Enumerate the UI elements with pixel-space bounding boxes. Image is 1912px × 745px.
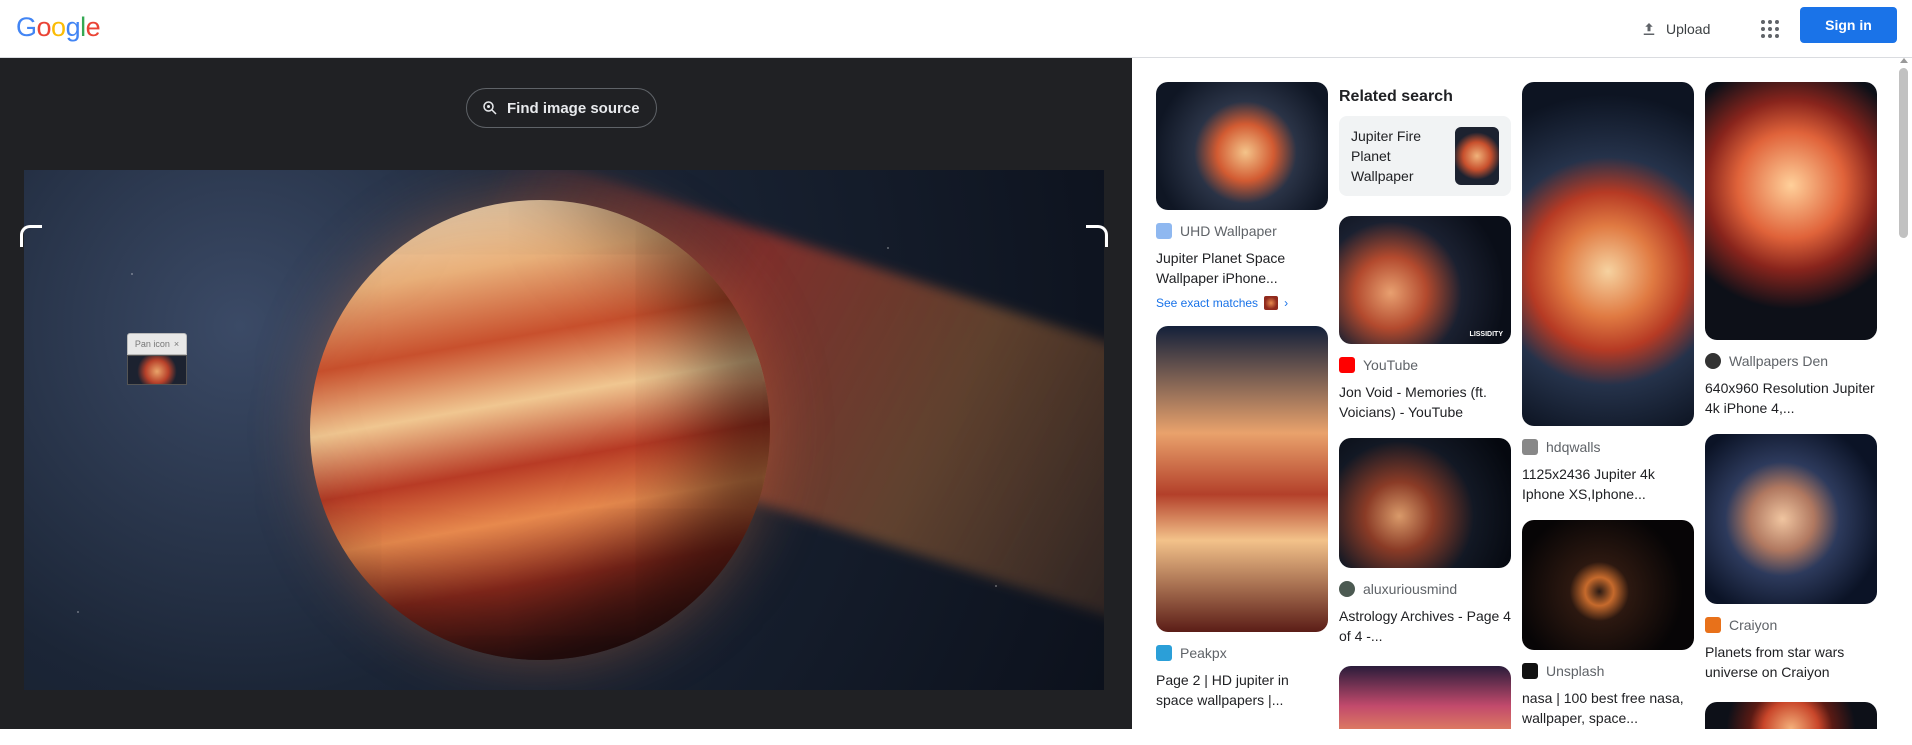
result-title[interactable]: Page 2 | HD jupiter in space wallpapers … [1156,670,1328,710]
result-thumbnail[interactable] [1339,666,1511,729]
result-card[interactable]: Craiyon Planets from star wars universe … [1705,434,1877,682]
result-source: Unsplash [1546,663,1605,679]
result-title[interactable]: Jupiter Planet Space Wallpaper iPhone... [1156,248,1328,288]
result-card[interactable]: aluxuriousmind Astrology Archives - Page… [1339,438,1511,646]
upload-label: Upload [1666,21,1711,37]
result-card[interactable]: hdqwalls 1125x2436 Jupiter 4k Iphone XS,… [1522,82,1694,504]
result-card[interactable]: UHD Wallpaper Jupiter Planet Space Wallp… [1156,82,1328,310]
chevron-right-icon: › [1284,296,1289,310]
youtube-icon [1339,357,1355,373]
site-favicon-icon [1522,439,1538,455]
top-bar: Google Upload Sign in [0,0,1912,58]
exact-match-thumbnail [1264,296,1279,310]
results-column-2: Related search Jupiter Fire Planet Wallp… [1339,82,1511,729]
find-image-source-label: Find image source [507,99,640,117]
google-logo[interactable]: Google [16,12,101,43]
floating-pan-widget[interactable]: Pan icon × [127,333,187,389]
related-search-chip[interactable]: Jupiter Fire Planet Wallpaper [1339,116,1511,196]
logo-letter: o [36,12,52,42]
visual-matches-panel: UHD Wallpaper Jupiter Planet Space Wallp… [1132,58,1912,729]
result-thumbnail[interactable] [1156,326,1328,632]
result-source: UHD Wallpaper [1180,223,1277,239]
results-scrollbar[interactable] [1899,58,1908,729]
lens-search-icon [483,101,497,115]
result-thumbnail[interactable] [1705,434,1877,604]
result-card[interactable]: Peakpx Page 2 | HD jupiter in space wall… [1156,326,1328,710]
site-favicon-icon [1705,617,1721,633]
result-thumbnail[interactable] [1522,520,1694,650]
result-source: Peakpx [1180,645,1227,661]
related-search-thumbnail [1455,127,1499,185]
site-favicon-icon [1705,353,1721,369]
result-card[interactable]: Unsplash nasa | 100 best free nasa, wall… [1522,520,1694,728]
pan-widget-thumbnail [127,355,187,385]
close-icon[interactable]: × [174,339,179,349]
scroll-up-arrow-icon[interactable] [1900,58,1908,63]
site-favicon-icon [1339,581,1355,597]
logo-letter: o [51,12,66,42]
logo-letter: e [85,12,101,42]
result-source: aluxuriousmind [1363,581,1458,597]
result-title[interactable]: Astrology Archives - Page 4 of 4 -... [1339,606,1511,646]
result-thumbnail[interactable]: LISSIDITY [1339,216,1511,344]
site-favicon-icon [1156,223,1172,239]
find-image-source-button[interactable]: Find image source [466,88,657,128]
result-source: Wallpapers Den [1729,353,1829,369]
crop-handle-top-right[interactable] [1086,225,1108,247]
video-watermark: LISSIDITY [1469,331,1503,338]
results-column-1: UHD Wallpaper Jupiter Planet Space Wallp… [1156,82,1328,710]
apps-grid-icon[interactable] [1753,12,1787,46]
result-thumbnail[interactable] [1705,702,1877,729]
logo-letter: g [65,12,81,42]
related-search-heading: Related search [1339,88,1453,105]
result-source: YouTube [1363,357,1419,373]
related-search-query: Jupiter Fire Planet Wallpaper [1351,128,1422,184]
site-favicon-icon [1522,663,1538,679]
result-card[interactable]: LISSIDITY YouTube Jon Void - Memories (f… [1339,216,1511,422]
result-title[interactable]: 1125x2436 Jupiter 4k Iphone XS,Iphone... [1522,464,1694,504]
scrollbar-thumb[interactable] [1899,68,1908,238]
result-title[interactable]: nasa | 100 best free nasa, wallpaper, sp… [1522,688,1694,728]
logo-letter: G [16,12,37,42]
sign-in-button[interactable]: Sign in [1800,7,1897,43]
result-thumbnail[interactable] [1705,82,1877,340]
results-column-3: hdqwalls 1125x2436 Jupiter 4k Iphone XS,… [1522,82,1694,728]
site-favicon-icon [1156,645,1172,661]
result-source: hdqwalls [1546,439,1601,455]
upload-button[interactable]: Upload [1630,12,1720,46]
results-column-4: Wallpapers Den 640x960 Resolution Jupite… [1705,82,1877,729]
crop-handle-top-left[interactable] [20,225,42,247]
result-title[interactable]: 640x960 Resolution Jupiter 4k iPhone 4,.… [1705,378,1877,418]
result-thumbnail[interactable] [1339,438,1511,568]
result-card[interactable]: Wallpapers Den 640x960 Resolution Jupite… [1705,82,1877,418]
result-thumbnail[interactable] [1156,82,1328,210]
pan-widget-label: Pan icon [134,339,170,349]
result-thumbnail[interactable] [1522,82,1694,426]
result-source: Craiyon [1729,617,1778,633]
result-title[interactable]: Jon Void - Memories (ft. Voicians) - You… [1339,382,1511,422]
result-title[interactable]: Planets from star wars universe on Craiy… [1705,642,1877,682]
upload-icon [1643,23,1655,35]
see-exact-matches-link[interactable]: See exact matches › [1156,296,1328,310]
crop-selection[interactable] [20,225,1108,745]
